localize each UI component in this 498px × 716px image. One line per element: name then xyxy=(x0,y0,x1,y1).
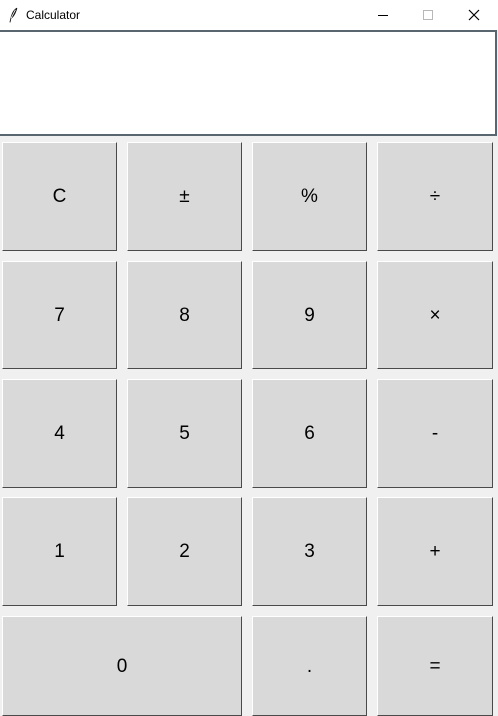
add-button[interactable]: + xyxy=(377,497,493,606)
digit-9-button[interactable]: 9 xyxy=(252,261,367,369)
window-title: Calculator xyxy=(26,8,81,22)
digit-8-label: 8 xyxy=(179,304,190,326)
minimize-button[interactable] xyxy=(361,0,406,30)
calculator-display[interactable] xyxy=(0,30,497,136)
percent-button[interactable]: % xyxy=(252,142,367,251)
clear-label: C xyxy=(52,186,67,207)
digit-0-button[interactable]: 0 xyxy=(2,616,242,716)
digit-7-button[interactable]: 7 xyxy=(2,261,117,369)
digit-6-button[interactable]: 6 xyxy=(252,379,367,488)
subtract-label: - xyxy=(431,423,439,444)
clear-button[interactable]: C xyxy=(2,142,117,251)
digit-0-label: 0 xyxy=(116,655,128,677)
equals-button[interactable]: = xyxy=(377,616,493,716)
digit-6-label: 6 xyxy=(304,423,315,444)
close-icon xyxy=(468,9,480,21)
close-button[interactable] xyxy=(451,0,496,30)
digit-8-button[interactable]: 8 xyxy=(127,261,242,369)
digit-5-button[interactable]: 5 xyxy=(127,379,242,488)
add-label: + xyxy=(429,541,441,562)
plus-minus-label: ± xyxy=(179,186,190,207)
maximize-button[interactable] xyxy=(406,0,451,30)
multiply-button[interactable]: × xyxy=(377,261,493,369)
equals-label: = xyxy=(429,655,441,677)
feather-icon xyxy=(8,7,18,23)
digit-4-button[interactable]: 4 xyxy=(2,379,117,488)
percent-label: % xyxy=(301,186,318,207)
divide-label: ÷ xyxy=(429,186,441,207)
digit-7-label: 7 xyxy=(54,304,65,326)
digit-2-button[interactable]: 2 xyxy=(127,497,242,606)
digit-1-label: 1 xyxy=(54,541,65,562)
subtract-button[interactable]: - xyxy=(377,379,493,488)
divide-button[interactable]: ÷ xyxy=(377,142,493,251)
plus-minus-button[interactable]: ± xyxy=(127,142,242,251)
calculator-window: Calculator C ± % ÷ 7 8 9 × 4 5 6 - 1 2 3… xyxy=(0,0,498,716)
title-bar[interactable]: Calculator xyxy=(0,0,498,30)
multiply-label: × xyxy=(429,304,441,326)
maximize-icon xyxy=(423,9,434,21)
digit-4-label: 4 xyxy=(54,423,65,444)
digit-5-label: 5 xyxy=(179,423,190,444)
decimal-label: . xyxy=(306,655,313,677)
digit-1-button[interactable]: 1 xyxy=(2,497,117,606)
digit-3-button[interactable]: 3 xyxy=(252,497,367,606)
digit-2-label: 2 xyxy=(179,541,190,562)
digit-3-label: 3 xyxy=(304,541,315,562)
minimize-icon xyxy=(378,10,389,21)
digit-9-label: 9 xyxy=(304,304,315,326)
decimal-button[interactable]: . xyxy=(252,616,367,716)
